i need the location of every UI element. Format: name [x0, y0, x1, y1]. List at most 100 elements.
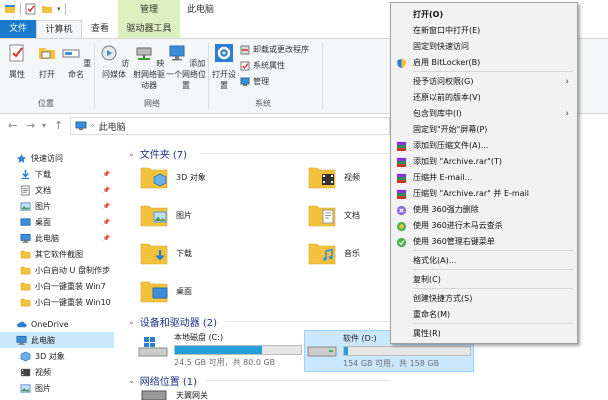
menu-item[interactable]: 打开(O) [391, 7, 577, 23]
menu-item[interactable]: 固定到"开始"屏幕(P) [391, 122, 577, 138]
nav-item[interactable]: 小白一键重装 Win7 [0, 278, 114, 294]
menu-item[interactable]: 授予访问权限(G) › [391, 74, 577, 90]
nav-item[interactable]: 图片 📌 [0, 198, 114, 214]
menu-item[interactable]: 使用 360强力删除 [391, 202, 577, 218]
tab-computer[interactable]: 计算机 [36, 20, 82, 38]
manage-button[interactable]: 管理 [240, 75, 269, 88]
menu-item[interactable]: 添加到 "Archive.rar"(T) [391, 154, 577, 170]
nav-item-label: 图片 [35, 201, 51, 211]
nav-item-label: 小白启动 U 盘制作步 [35, 265, 110, 275]
properties-check-icon[interactable] [25, 3, 37, 15]
menu-item-label: 固定到"开始"屏幕(P) [413, 125, 488, 134]
star-icon [16, 153, 27, 163]
network-location-icon [169, 45, 185, 61]
menu-item[interactable]: 添加到压缩文件(A)... [391, 138, 577, 154]
folder-item[interactable]: 下载 [140, 240, 192, 266]
network-item-label: 天翼网关 [176, 390, 208, 400]
forward-arrow-icon[interactable]: → [26, 119, 35, 132]
network-item[interactable]: 天翼网关 [140, 389, 208, 400]
router-icon [141, 390, 167, 400]
open-button[interactable]: 打开 [32, 43, 62, 80]
menu-item-label: 压缩并 E-mail... [413, 173, 473, 182]
menu-item[interactable]: 使用 360管理右键菜单 [391, 234, 577, 250]
menu-item[interactable]: 重命名(M) [391, 307, 577, 323]
folder-item[interactable]: 图片 [140, 202, 192, 228]
network-drive-icon [136, 47, 152, 60]
nav-item[interactable]: 桌面 📌 [0, 214, 114, 230]
nav-item[interactable]: OneDrive [0, 316, 114, 332]
pin-icon: 📌 [102, 218, 110, 226]
nav-item[interactable]: 快速访问 [0, 150, 114, 166]
system-properties-button[interactable]: 系统属性 [240, 59, 285, 72]
menu-item[interactable]: 格式化(A)... [391, 253, 577, 269]
menu-item-label: 固定到快速访问 [413, 42, 469, 51]
menu-item[interactable]: 复制(C) [391, 272, 577, 288]
tab-file[interactable]: 文件 [0, 20, 36, 38]
menu-item[interactable]: 创建快捷方式(S) [391, 291, 577, 307]
menu-item[interactable]: 包含到库中(I) › [391, 106, 577, 122]
nav-item[interactable]: 视频 [0, 364, 114, 380]
folders-section-header[interactable]: ⌄ 文件夹 (7) [128, 146, 187, 161]
nav-item[interactable]: 图片 [0, 380, 114, 396]
map-drive-label: 映射网络驱动器 [133, 59, 165, 90]
nav-item-label: 下载 [35, 169, 51, 179]
access-media-button[interactable]: 访问媒体 [96, 43, 132, 80]
back-arrow-icon[interactable]: ← [8, 119, 17, 132]
rename-button[interactable]: 重命名 [60, 43, 92, 80]
folder-item[interactable]: 桌面 [140, 278, 192, 304]
menu-item-label: 启用 BitLocker(B) [413, 58, 481, 67]
menu-item[interactable]: 还原以前的版本(V) [391, 90, 577, 106]
nav-item[interactable]: 此电脑 [0, 332, 114, 348]
drives-section-header[interactable]: ⌄ 设备和驱动器 (2) [128, 314, 217, 329]
folder-icon [20, 298, 31, 306]
tab-view[interactable]: 查看 [82, 20, 118, 38]
breadcrumb-separator-icon: › [91, 121, 95, 131]
menu-item-label: 格式化(A)... [413, 256, 457, 265]
drive-item[interactable]: 本地磁盘 (C:) 24.5 GB 可用，共 80.0 GB [136, 330, 312, 370]
360-menu-icon [396, 237, 407, 248]
nav-item[interactable]: 此电脑 📌 [0, 230, 114, 246]
breadcrumb-this-pc[interactable]: 此电脑 [99, 120, 126, 133]
menu-item[interactable]: 压缩并 E-mail... [391, 170, 577, 186]
map-drive-button[interactable]: 映射网络驱动器 [132, 43, 166, 91]
folder-item[interactable]: 文档 [308, 202, 360, 228]
properties-icon [9, 44, 24, 62]
window-title: 此电脑 [187, 5, 215, 15]
chevron-down-icon: ⌄ [128, 317, 135, 326]
folder-label: 图片 [176, 210, 192, 220]
nav-item[interactable]: 其它软件截图 [0, 246, 114, 262]
address-field[interactable]: › 此电脑 [70, 117, 390, 135]
properties-button[interactable]: 属性 [2, 43, 32, 80]
computer-icon [75, 121, 87, 130]
menu-item-label: 属性(R) [413, 329, 441, 338]
up-arrow-icon[interactable]: ↑ [54, 119, 63, 132]
add-network-location-button[interactable]: 添加一个网络位置 [166, 43, 206, 91]
folder-item[interactable]: 3D 对象 [140, 164, 206, 190]
menu-item[interactable]: 固定到快速访问 [391, 39, 577, 55]
nav-item[interactable]: 下载 📌 [0, 166, 114, 182]
folder-label: 3D 对象 [176, 172, 206, 182]
uninstall-button[interactable]: 卸载或更改程序 [240, 43, 309, 56]
tab-drive-tools[interactable]: 驱动器工具 [118, 20, 180, 38]
network-section-header[interactable]: ⌄ 网络位置 (1) [128, 373, 197, 388]
menu-item[interactable]: 压缩到 "Archive.rar" 并 E-mail [391, 186, 577, 202]
picture-icon [20, 201, 31, 211]
open-settings-button[interactable]: 打开设置 [210, 43, 238, 91]
new-folder-icon[interactable] [41, 3, 53, 15]
menu-item-label: 包含到库中(I) [413, 109, 462, 118]
nav-item[interactable]: 3D 对象 [0, 348, 114, 364]
nav-item[interactable]: 小白一键重装 Win10 [0, 294, 114, 310]
menu-separator [413, 71, 573, 72]
document-icon [21, 184, 30, 196]
menu-item[interactable]: 在新窗口中打开(E) [391, 23, 577, 39]
menu-item[interactable]: 属性(R) [391, 326, 577, 342]
menu-item[interactable]: 启用 BitLocker(B) [391, 55, 577, 71]
nav-item[interactable]: 小白启动 U 盘制作步 [0, 262, 114, 278]
menu-item[interactable]: 使用 360进行木马云查杀 [391, 218, 577, 234]
recent-locations-icon[interactable]: ▾ [42, 121, 46, 130]
folder-item[interactable]: 视频 [308, 164, 360, 190]
qat-dropdown-icon[interactable]: ▾ [57, 5, 61, 13]
nav-item[interactable]: 文档 📌 [0, 182, 114, 198]
folder-item[interactable]: 音乐 [308, 240, 360, 266]
nav-item-label: OneDrive [31, 319, 69, 329]
